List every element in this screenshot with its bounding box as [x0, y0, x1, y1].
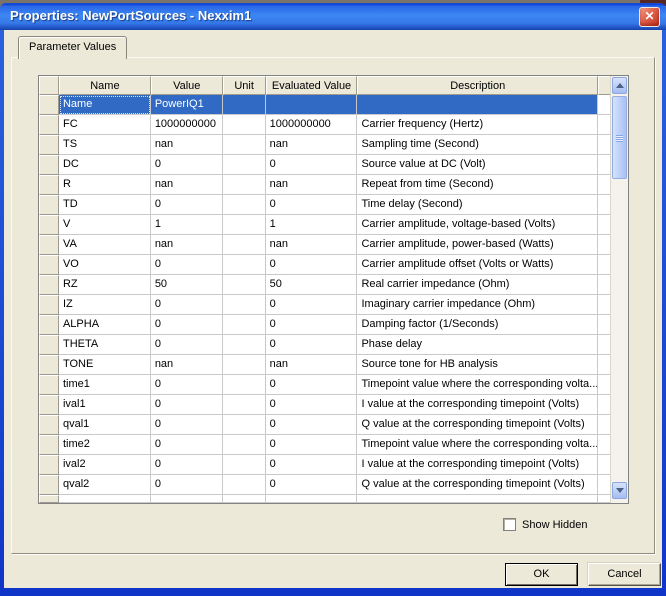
column-header-filler [598, 76, 610, 95]
table-row[interactable]: IZ 0 0 Imaginary carrier impedance (Ohm) [39, 295, 610, 315]
table-row[interactable]: THETA 0 0 Phase delay [39, 335, 610, 355]
table-row[interactable]: R nan nan Repeat from time (Second) [39, 175, 610, 195]
row-header-cell[interactable] [39, 395, 59, 415]
row-header-cell[interactable] [39, 255, 59, 275]
properties-dialog: Properties: NewPortSources - Nexxim1 ✕ P… [0, 3, 666, 596]
row-header-cell[interactable] [39, 95, 59, 115]
table-row[interactable]: Name PowerIQ1 [39, 95, 610, 115]
row-header-cell[interactable] [39, 415, 59, 435]
table-row[interactable]: FC 1000000000 1000000000 Carrier frequen… [39, 115, 610, 135]
cancel-button[interactable]: Cancel [588, 563, 661, 586]
table-row[interactable]: V 1 1 Carrier amplitude, voltage-based (… [39, 215, 610, 235]
close-icon[interactable]: ✕ [639, 7, 660, 27]
row-header-cell[interactable] [39, 275, 59, 295]
column-header-evaluated-value[interactable]: Evaluated Value [266, 76, 358, 95]
row-header-cell[interactable] [39, 315, 59, 335]
table-row[interactable]: qval2 0 0 Q value at the corresponding t… [39, 475, 610, 495]
table-header-row: Name Value Unit Evaluated Value Descript… [39, 76, 610, 95]
row-header-cell[interactable] [39, 155, 59, 175]
titlebar[interactable]: Properties: NewPortSources - Nexxim1 ✕ [0, 3, 666, 30]
row-header-cell[interactable] [39, 475, 59, 495]
row-header-cell[interactable] [39, 295, 59, 315]
table-row[interactable]: DC 0 0 Source value at DC (Volt) [39, 155, 610, 175]
scroll-down-icon [616, 488, 624, 493]
column-header-name[interactable]: Name [59, 76, 151, 95]
row-header-cell[interactable] [39, 435, 59, 455]
table-row[interactable]: TS nan nan Sampling time (Second) [39, 135, 610, 155]
table-row[interactable]: time2 0 0 Timepoint value where the corr… [39, 435, 610, 455]
row-header-cell[interactable] [39, 455, 59, 475]
table-rows: Name PowerIQ1 FC 1000000000 1000000000 C… [39, 95, 610, 495]
table-row[interactable]: time1 0 0 Timepoint value where the corr… [39, 375, 610, 395]
ok-button[interactable]: OK [505, 563, 578, 586]
column-header-value[interactable]: Value [151, 76, 223, 95]
tab-parameter-values[interactable]: Parameter Values [18, 36, 127, 59]
parameters-table: Name Value Unit Evaluated Value Descript… [38, 75, 629, 504]
column-header-description[interactable]: Description [357, 76, 598, 95]
table-row[interactable]: VO 0 0 Carrier amplitude offset (Volts o… [39, 255, 610, 275]
scroll-up-icon [616, 83, 624, 88]
table-row-partial [39, 495, 610, 503]
table-row[interactable]: ival2 0 0 I value at the corresponding t… [39, 455, 610, 475]
row-header-cell[interactable] [39, 235, 59, 255]
column-header-unit[interactable]: Unit [223, 76, 266, 95]
table-columns-area: Name Value Unit Evaluated Value Descript… [39, 76, 610, 503]
table-row[interactable]: ival1 0 0 I value at the corresponding t… [39, 395, 610, 415]
row-header-cell[interactable] [39, 375, 59, 395]
vertical-scrollbar[interactable] [610, 76, 628, 503]
scrollbar-thumb[interactable] [612, 96, 627, 179]
corner-header-cell[interactable] [39, 76, 59, 95]
show-hidden-row: Show Hidden [503, 518, 587, 531]
row-header-cell[interactable] [39, 355, 59, 375]
show-hidden-checkbox[interactable] [503, 518, 516, 531]
table-row[interactable]: RZ 50 50 Real carrier impedance (Ohm) [39, 275, 610, 295]
scroll-down-button[interactable] [612, 482, 627, 499]
row-header-cell[interactable] [39, 215, 59, 235]
scroll-up-button[interactable] [612, 77, 627, 94]
table-row[interactable]: qval1 0 0 Q value at the corresponding t… [39, 415, 610, 435]
table-row[interactable]: TD 0 0 Time delay (Second) [39, 195, 610, 215]
row-header-cell[interactable] [39, 175, 59, 195]
dialog-body: Parameter Values Name Value Unit Evaluat… [4, 30, 662, 588]
table-row[interactable]: TONE nan nan Source tone for HB analysis [39, 355, 610, 375]
row-header-cell[interactable] [39, 195, 59, 215]
table-row[interactable]: ALPHA 0 0 Damping factor (1/Seconds) [39, 315, 610, 335]
show-hidden-label: Show Hidden [522, 519, 587, 531]
row-header-cell[interactable] [39, 335, 59, 355]
window-title: Properties: NewPortSources - Nexxim1 [10, 8, 251, 23]
row-header-cell[interactable] [39, 115, 59, 135]
row-header-cell[interactable] [39, 135, 59, 155]
table-row[interactable]: VA nan nan Carrier amplitude, power-base… [39, 235, 610, 255]
